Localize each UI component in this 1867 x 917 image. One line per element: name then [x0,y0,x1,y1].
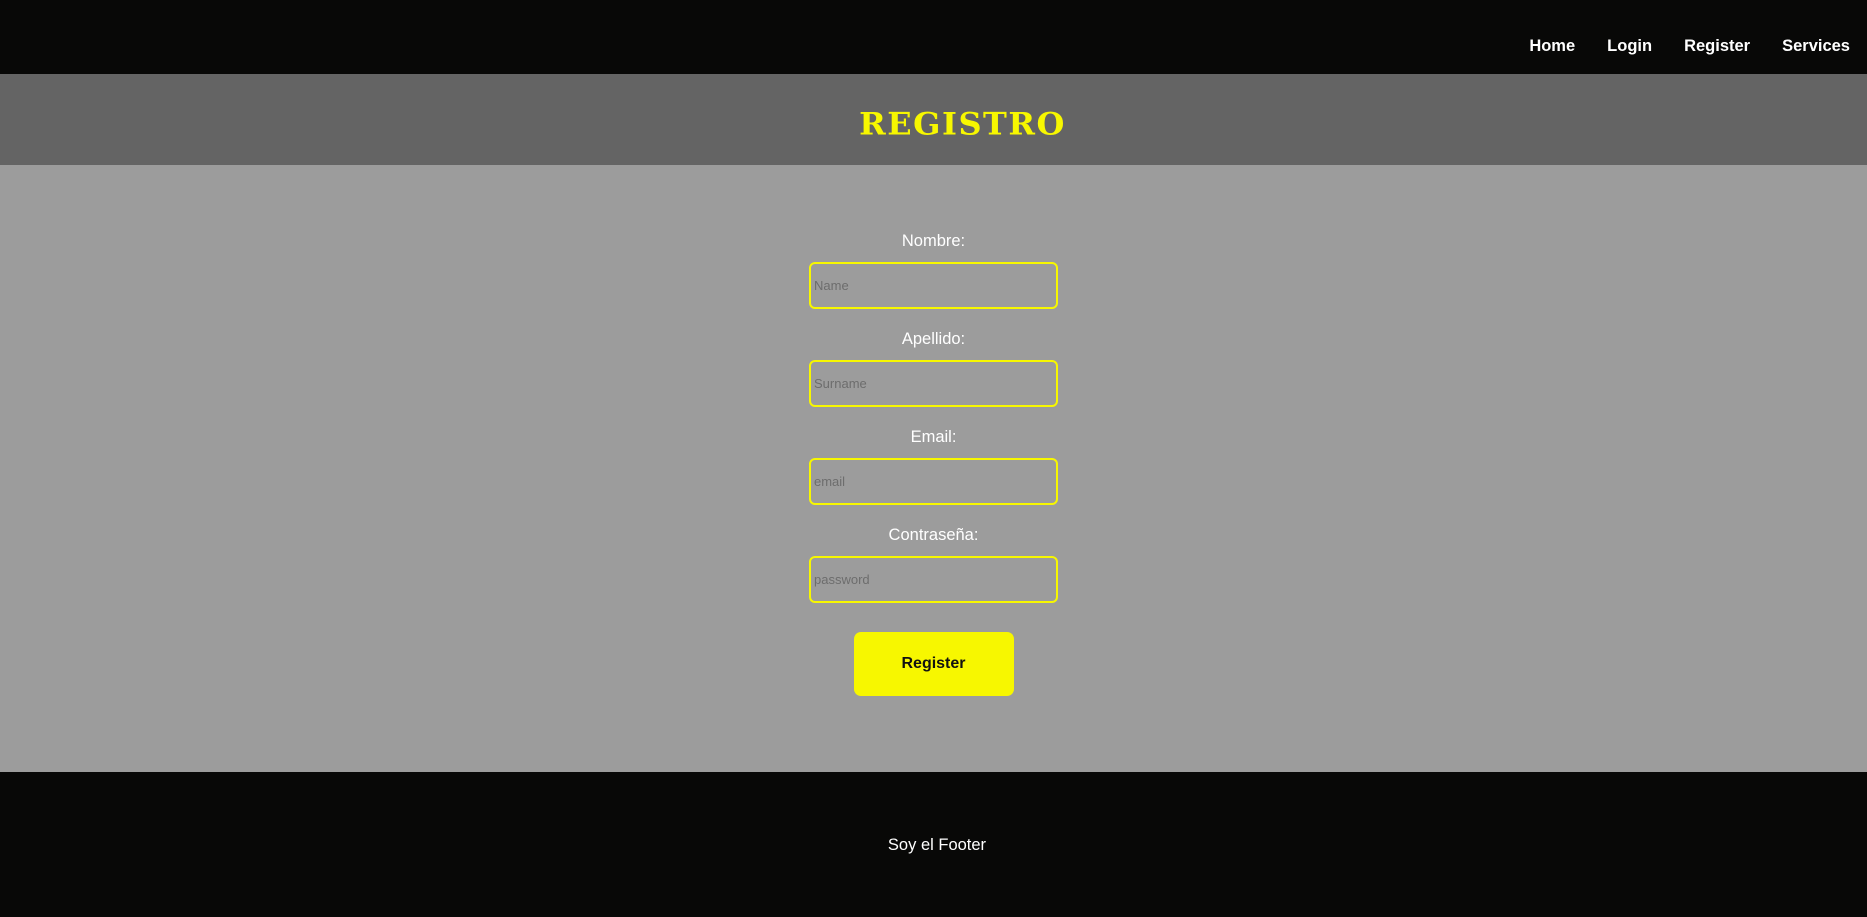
main-content: Nombre: Apellido: Email: Contraseña: Reg… [0,165,1867,772]
email-label: Email: [910,428,957,446]
footer-text: Soy el Footer [887,836,987,854]
navbar: Home Login Register Services [0,0,1867,74]
nav-link-register[interactable]: Register [1684,36,1750,56]
password-label: Contraseña: [888,526,979,544]
name-input[interactable] [809,262,1058,309]
footer: Soy el Footer [0,772,1867,917]
surname-input[interactable] [809,360,1058,407]
register-form: Nombre: Apellido: Email: Contraseña: Reg… [809,231,1059,696]
nav-link-home[interactable]: Home [1529,36,1575,56]
surname-label: Apellido: [901,330,966,348]
title-band: REGISTRO [0,74,1867,165]
name-label: Nombre: [901,232,966,250]
nav-link-services[interactable]: Services [1782,36,1850,56]
nav-link-login[interactable]: Login [1607,36,1652,56]
email-input[interactable] [809,458,1058,505]
page-title: REGISTRO [859,105,1066,142]
register-button[interactable]: Register [853,632,1014,696]
password-input[interactable] [809,556,1058,603]
nav-links: Home Login Register Services [1529,36,1850,56]
